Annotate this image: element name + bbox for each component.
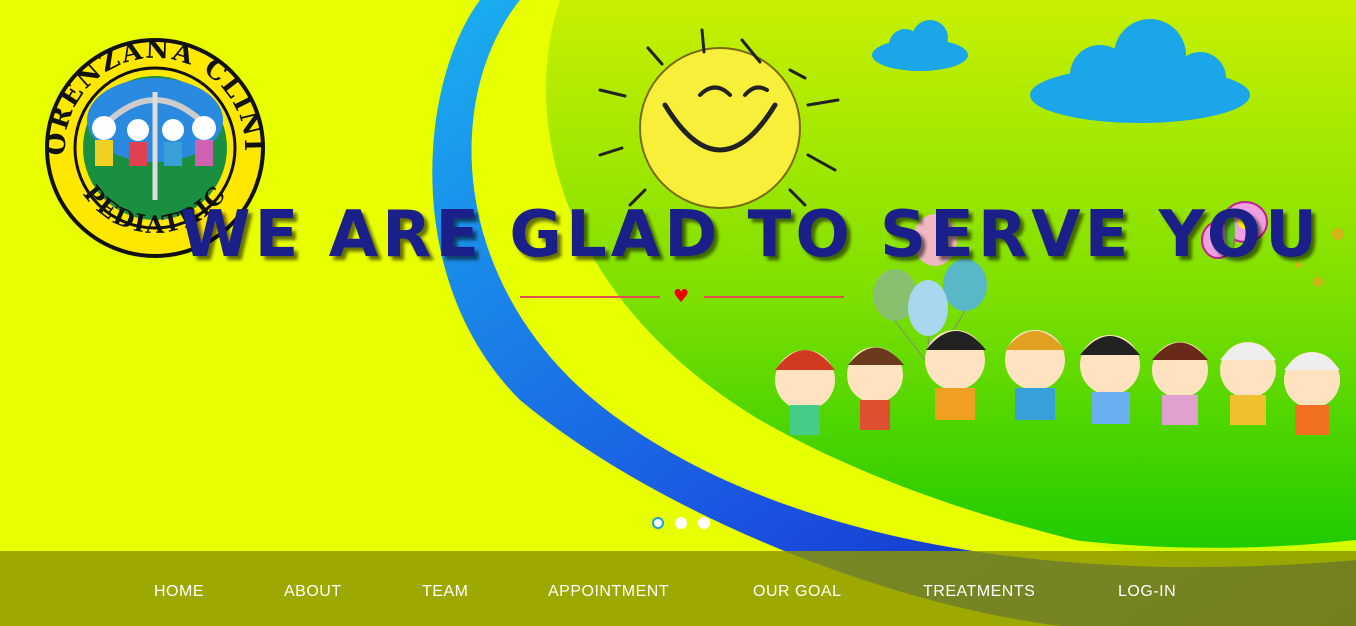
slide-dot-3[interactable] [698, 517, 710, 529]
nav-list: HOME ABOUT TEAM APPOINTMENT OUR GOAL TRE… [0, 551, 1356, 626]
slide-dot-2[interactable] [675, 517, 687, 529]
main-navbar: HOME ABOUT TEAM APPOINTMENT OUR GOAL TRE… [0, 551, 1356, 626]
slider-indicators [652, 517, 710, 529]
heart-icon: ♥ [673, 286, 690, 307]
nav-item-team[interactable]: TEAM [422, 583, 468, 601]
divider-line-left [520, 296, 660, 298]
nav-item-treatments[interactable]: TREATMENTS [923, 583, 1035, 601]
slide-dot-1[interactable] [652, 517, 664, 529]
nav-item-about[interactable]: ABOUT [284, 583, 342, 601]
divider-line-right [704, 296, 844, 298]
nav-item-our-goal[interactable]: OUR GOAL [753, 583, 841, 601]
hero-headline: WE ARE GLAD TO SERVE YOU [180, 198, 1322, 272]
nav-item-log-in[interactable]: LOG-IN [1118, 583, 1176, 601]
hero-illustration: LORENZANA CLINIC PEDIATRIC [0, 0, 1356, 626]
headline-divider: ♥ [520, 286, 844, 307]
nav-item-appointment[interactable]: APPOINTMENT [548, 583, 669, 601]
nav-item-home[interactable]: HOME [154, 583, 204, 601]
hero-slider: LORENZANA CLINIC PEDIATRIC WE ARE GLAD T… [0, 0, 1356, 626]
